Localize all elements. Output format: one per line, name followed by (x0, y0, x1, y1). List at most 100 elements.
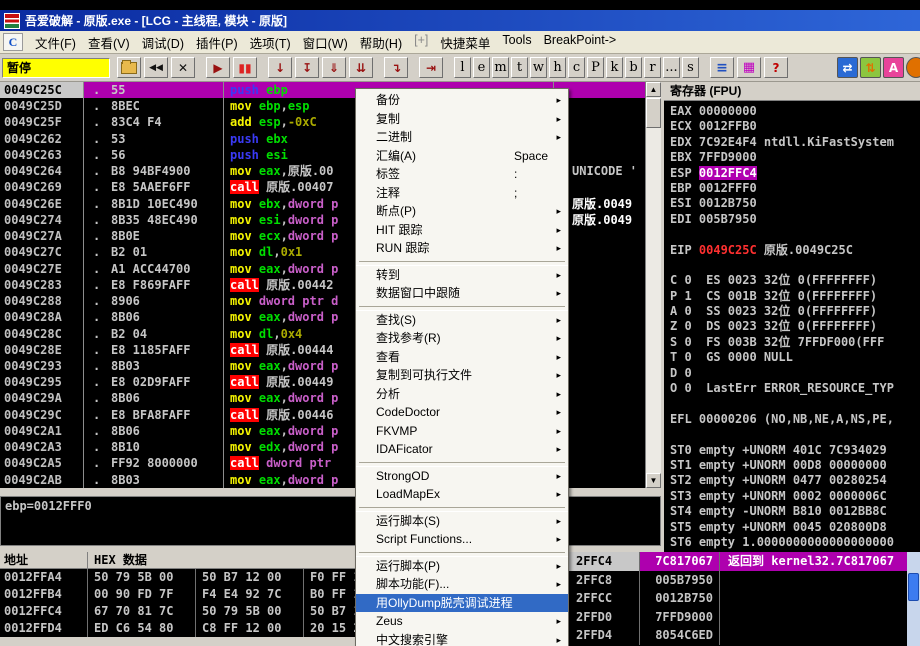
animate-into-icon[interactable]: ⇓ (322, 57, 346, 78)
letter-a-icon[interactable]: A (883, 57, 904, 78)
titlebar[interactable]: 吾爱破解 - 原版.exe - [LCG - 主线程, 模块 - 原版] (0, 10, 920, 31)
scrollbar-thumb[interactable] (646, 98, 661, 128)
register-line[interactable] (670, 227, 920, 242)
menubar-item[interactable]: 选项(T) (244, 31, 297, 54)
register-line[interactable]: O 0 LastErr ERROR_RESOURCE_TYP (670, 381, 920, 396)
toolbar-letter-button[interactable]: h (549, 57, 566, 78)
context-menu-item[interactable]: RUN 跟踪▸ (356, 239, 568, 258)
context-menu-item[interactable]: 中文搜索引擎▸ (356, 631, 568, 646)
register-line[interactable]: D 0 (670, 366, 920, 381)
menubar-item[interactable]: 窗口(W) (297, 31, 354, 54)
register-line[interactable]: EBP 0012FFF0 (670, 181, 920, 196)
context-menu-item[interactable]: FKVMP▸ (356, 422, 568, 441)
open-file-button[interactable] (117, 57, 141, 78)
context-menu-item[interactable]: LoadMapEx▸ (356, 485, 568, 504)
stack-scrollbar-thumb[interactable] (908, 573, 919, 601)
disassembly-scrollbar[interactable]: ▲ ▼ (645, 82, 661, 488)
step-into-icon[interactable]: ↓ (268, 57, 292, 78)
toolbar-letter-button[interactable]: s (682, 57, 699, 78)
go-to-address-icon[interactable]: ⇥ (419, 57, 443, 78)
pause-button[interactable]: ▮▮ (233, 57, 257, 78)
context-menu-item[interactable]: 脚本功能(F)...▸ (356, 575, 568, 594)
toolbar-letter-button[interactable]: P (587, 57, 604, 78)
menubar-item[interactable]: 快捷菜单 (434, 31, 496, 54)
stack-row[interactable]: 2FFD48054C6ED (562, 626, 907, 645)
context-menu-item[interactable]: 用OllyDump脱壳调试进程 (356, 594, 568, 613)
options-list-icon[interactable]: ≡ (710, 57, 734, 78)
toolbar-letter-button[interactable]: m (492, 57, 509, 78)
register-line[interactable]: ST0 empty +UNORM 401C 7C934029 (670, 443, 920, 458)
toolbar-letter-button[interactable]: c (568, 57, 585, 78)
register-line[interactable]: Z 0 DS 0023 32位 0(FFFFFFFF) (670, 319, 920, 334)
context-menu-item[interactable]: StrongOD▸ (356, 467, 568, 486)
stack-row[interactable]: 2FFD07FFD9000 (562, 608, 907, 627)
context-menu-item[interactable]: 数据窗口中跟随▸ (356, 284, 568, 303)
context-menu-item[interactable]: HIT 跟踪▸ (356, 221, 568, 240)
toolbar-letter-button[interactable]: l (454, 57, 471, 78)
menubar-item[interactable]: 文件(F) (29, 31, 82, 54)
menubar-item[interactable]: Tools (496, 31, 537, 54)
context-menu-item[interactable]: CodeDoctor▸ (356, 403, 568, 422)
context-menu-item[interactable]: 运行脚本(P)▸ (356, 557, 568, 576)
context-menu-item[interactable]: 转到▸ (356, 266, 568, 285)
context-menu-item[interactable]: 断点(P)▸ (356, 202, 568, 221)
register-line[interactable]: EDX 7C92E4F4 ntdll.KiFastSystem (670, 135, 920, 150)
toolbar-letter-button[interactable]: ... (663, 57, 680, 78)
stack-pane[interactable]: 2FFC47C817067返回到 kernel32.7C8170672FFC80… (562, 552, 907, 646)
context-menu-item[interactable]: 分析▸ (356, 385, 568, 404)
register-line[interactable]: ST2 empty +UNORM 0477 00280254 (670, 473, 920, 488)
toolbar-letter-button[interactable]: w (530, 57, 547, 78)
register-line[interactable]: ST4 empty -UNORM B810 0012BB8C (670, 504, 920, 519)
context-menu-item[interactable]: 备份▸ (356, 91, 568, 110)
menubar-item[interactable]: 调试(D) (136, 31, 190, 54)
register-line[interactable]: C 0 ES 0023 32位 0(FFFFFFFF) (670, 273, 920, 288)
scroll-up-icon[interactable]: ▲ (646, 82, 661, 97)
restart-button[interactable]: ◀◀ (144, 57, 168, 78)
context-menu-item[interactable]: 查找(S)▸ (356, 311, 568, 330)
stack-row[interactable]: 2FFC8005B7950 (562, 571, 907, 590)
updown-arrows-icon[interactable]: ⇅ (860, 57, 881, 78)
run-button[interactable]: ▶ (206, 57, 230, 78)
register-line[interactable]: ST5 empty +UNORM 0045 020800D8 (670, 520, 920, 535)
menubar-item[interactable]: 插件(P) (190, 31, 244, 54)
toolbar-letter-button[interactable]: r (644, 57, 661, 78)
register-line[interactable]: EFL 00000206 (NO,NB,NE,A,NS,PE, (670, 412, 920, 427)
context-menu-item[interactable]: Zeus▸ (356, 612, 568, 631)
stack-scrollbar[interactable] (907, 552, 920, 646)
close-button[interactable]: ✕ (171, 57, 195, 78)
swap-arrows-icon[interactable]: ⇄ (837, 57, 858, 78)
context-menu-item[interactable]: 汇编(A)Space (356, 147, 568, 166)
register-line[interactable]: A 0 SS 0023 32位 0(FFFFFFFF) (670, 304, 920, 319)
menubar-item[interactable]: 帮助(H) (354, 31, 408, 54)
register-line[interactable] (670, 427, 920, 442)
register-line[interactable]: P 1 CS 001B 32位 0(FFFFFFFF) (670, 289, 920, 304)
animate-over-icon[interactable]: ⇊ (349, 57, 373, 78)
stack-row[interactable]: 2FFC47C817067返回到 kernel32.7C817067 (562, 552, 907, 571)
register-line[interactable]: EAX 00000000 (670, 104, 920, 119)
scroll-down-icon[interactable]: ▼ (646, 473, 661, 488)
toolbar-letter-button[interactable]: t (511, 57, 528, 78)
stack-row[interactable]: 2FFCC0012B750 (562, 589, 907, 608)
register-line[interactable]: T 0 GS 0000 NULL (670, 350, 920, 365)
register-line[interactable] (670, 258, 920, 273)
context-menu-item[interactable]: IDAFicator▸ (356, 440, 568, 459)
menubar-item[interactable]: 查看(V) (82, 31, 136, 54)
execute-till-return-icon[interactable]: ↴ (384, 57, 408, 78)
windows-icon[interactable]: ▦ (737, 57, 761, 78)
register-line[interactable]: ESP 0012FFC4 (670, 166, 920, 181)
menubar-item[interactable]: [+] (408, 31, 434, 54)
context-menu-item[interactable]: 二进制▸ (356, 128, 568, 147)
toolbar-letter-button[interactable]: k (606, 57, 623, 78)
step-over-icon[interactable]: ↧ (295, 57, 319, 78)
register-line[interactable]: EDI 005B7950 (670, 212, 920, 227)
register-line[interactable] (670, 396, 920, 411)
register-line[interactable]: ST6 empty 1.0000000000000000000 (670, 535, 920, 550)
context-menu-item[interactable]: 查找参考(R)▸ (356, 329, 568, 348)
ollydbg-c-icon[interactable]: C (3, 33, 23, 51)
context-menu-item[interactable]: 运行脚本(S)▸ (356, 512, 568, 531)
menubar-item[interactable]: BreakPoint-> (538, 31, 623, 54)
context-menu-item[interactable]: 复制到可执行文件▸ (356, 366, 568, 385)
help-icon[interactable]: ? (764, 57, 788, 78)
register-line[interactable]: ECX 0012FFB0 (670, 119, 920, 134)
register-line[interactable]: EBX 7FFD9000 (670, 150, 920, 165)
